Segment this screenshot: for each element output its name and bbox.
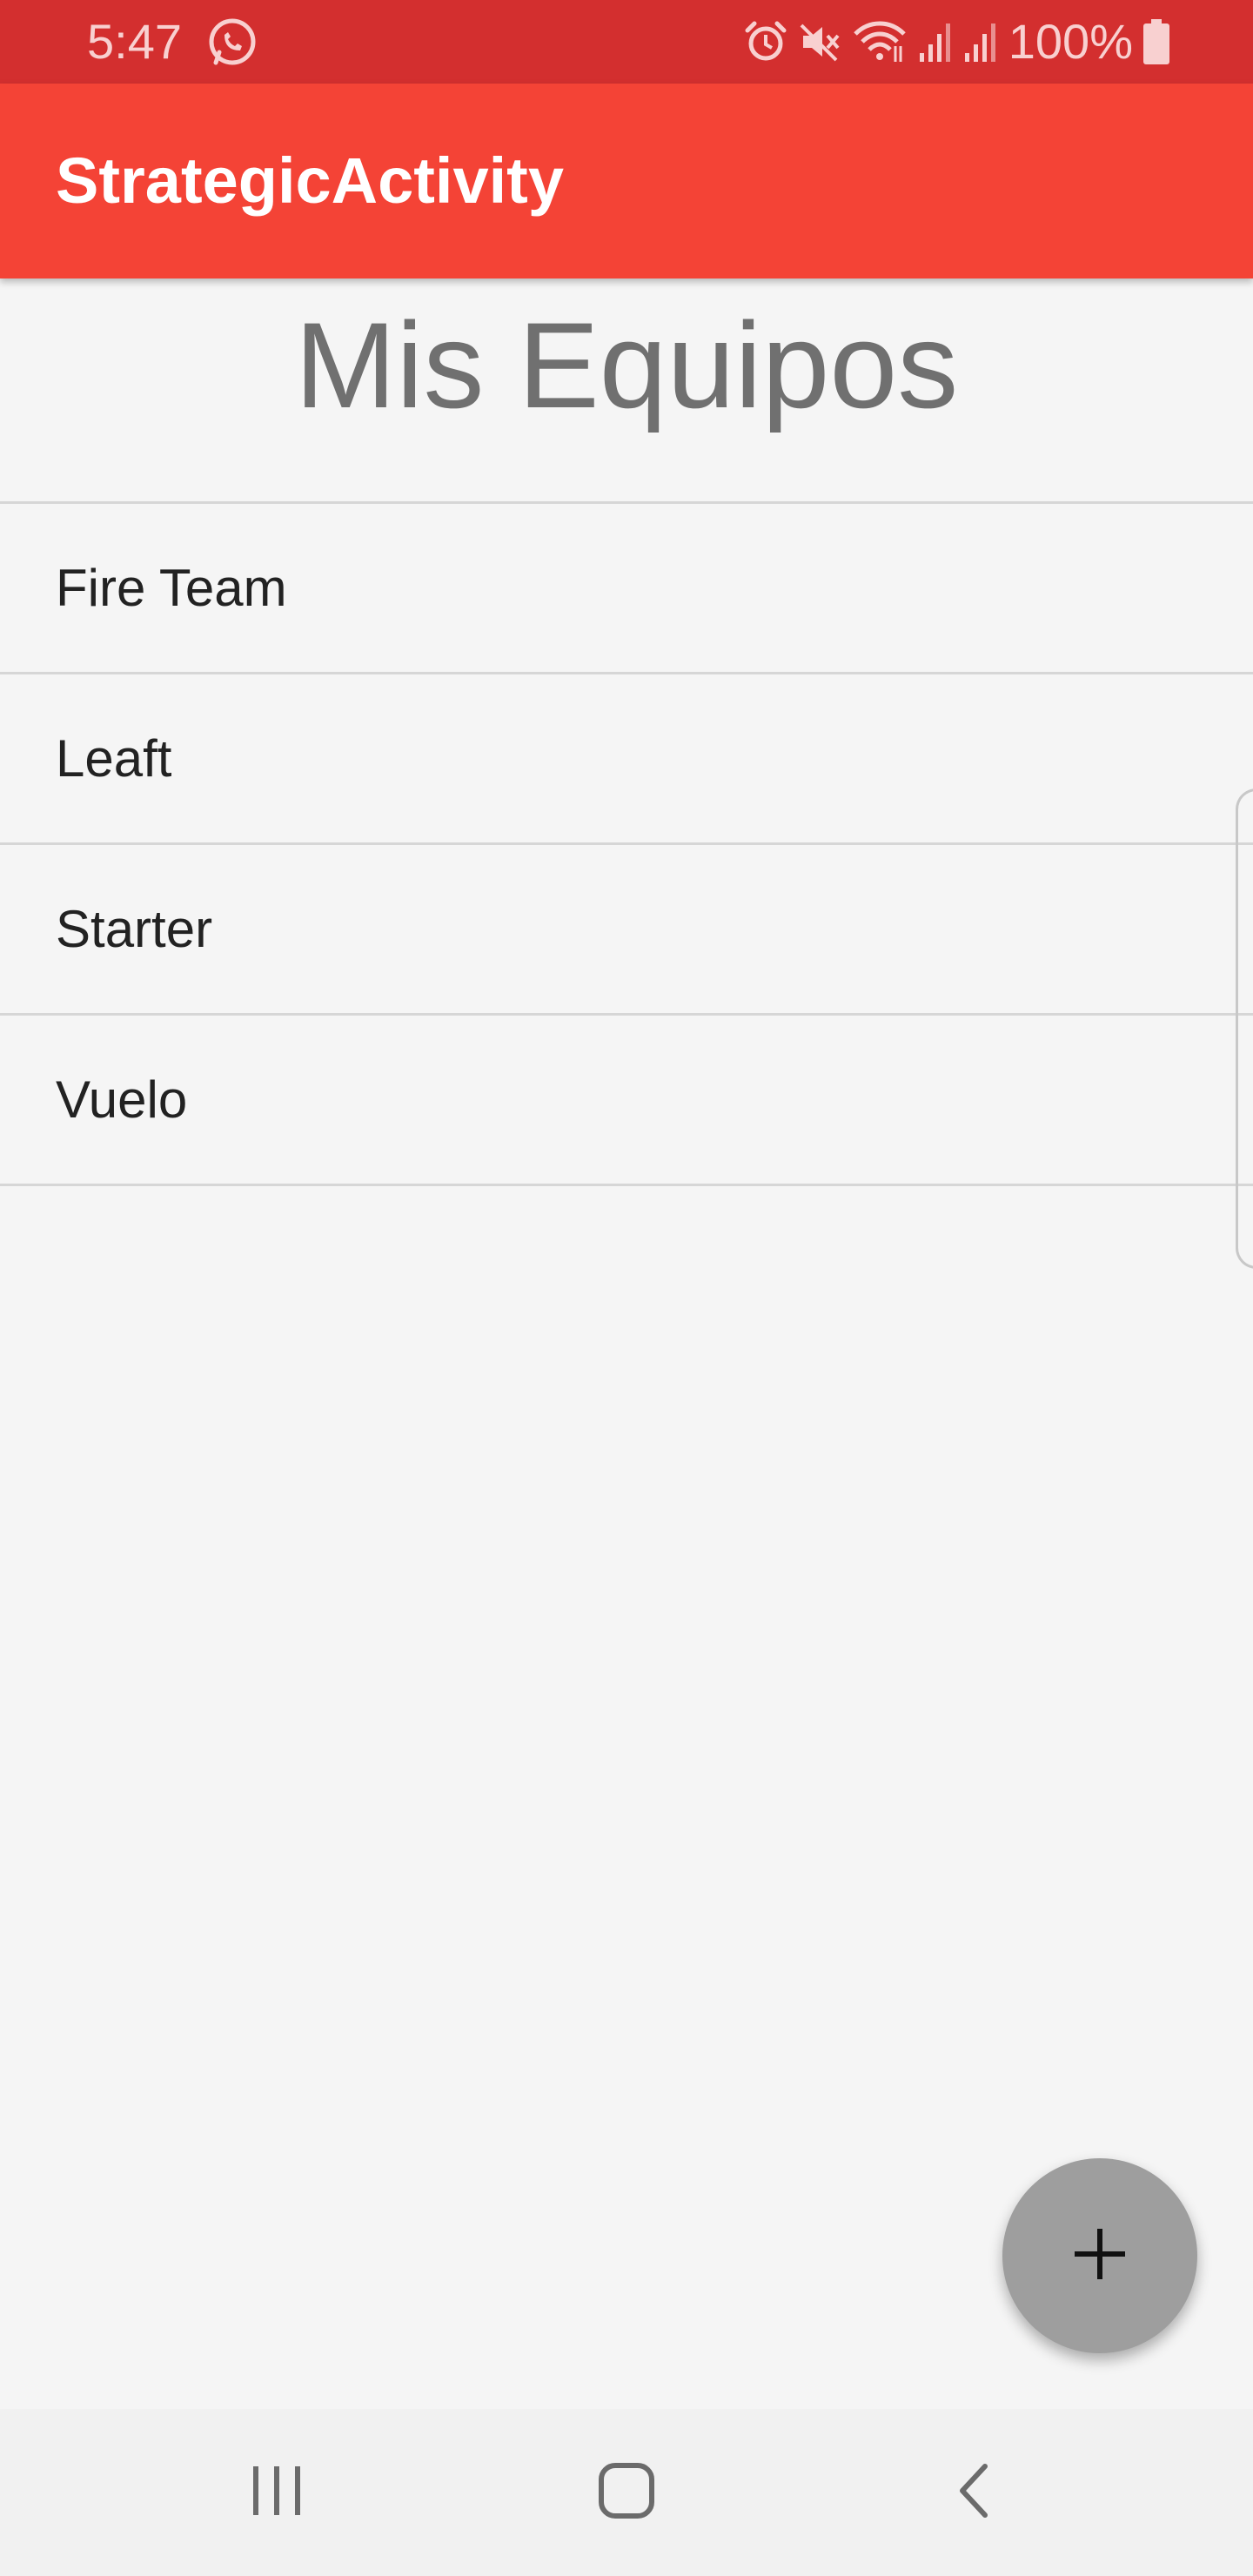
team-name: Vuelo xyxy=(56,1070,188,1129)
mute-icon xyxy=(798,20,841,64)
add-team-button[interactable] xyxy=(1002,2158,1197,2353)
edge-panel-handle[interactable] xyxy=(1236,788,1253,1269)
home-icon xyxy=(597,2461,656,2525)
team-name: Starter xyxy=(56,900,213,958)
recent-apps-button[interactable] xyxy=(228,2444,325,2541)
list-item-team[interactable]: Fire Team xyxy=(0,504,1253,674)
app-bar: StrategicActivity xyxy=(0,84,1253,278)
plus-icon xyxy=(1072,2226,1128,2286)
status-bar: 5:47 100% xyxy=(0,0,1253,84)
status-icons: 100% xyxy=(744,16,1169,68)
battery-icon xyxy=(1143,19,1169,64)
back-button[interactable] xyxy=(928,2444,1025,2541)
page-title: Mis Equipos xyxy=(294,297,959,433)
signal-icon xyxy=(963,20,998,64)
battery-percent: 100% xyxy=(1008,14,1133,69)
list-item-team[interactable]: Vuelo xyxy=(0,1016,1253,1186)
home-button[interactable] xyxy=(578,2444,675,2541)
team-name: Leaft xyxy=(56,729,172,788)
navigation-bar xyxy=(0,2409,1253,2576)
whatsapp-icon xyxy=(207,17,258,68)
alarm-icon xyxy=(744,20,787,64)
status-time: 5:47 xyxy=(87,14,182,69)
recent-apps-icon xyxy=(249,2463,305,2523)
list-item-team[interactable]: Leaft xyxy=(0,674,1253,845)
back-icon xyxy=(948,2463,1004,2523)
signal-icon xyxy=(918,20,953,64)
team-list: Fire Team Leaft Starter Vuelo xyxy=(0,501,1253,1186)
wifi-icon xyxy=(852,20,908,64)
list-item-team[interactable]: Starter xyxy=(0,845,1253,1016)
team-name: Fire Team xyxy=(56,559,287,617)
app-title: StrategicActivity xyxy=(56,144,564,217)
